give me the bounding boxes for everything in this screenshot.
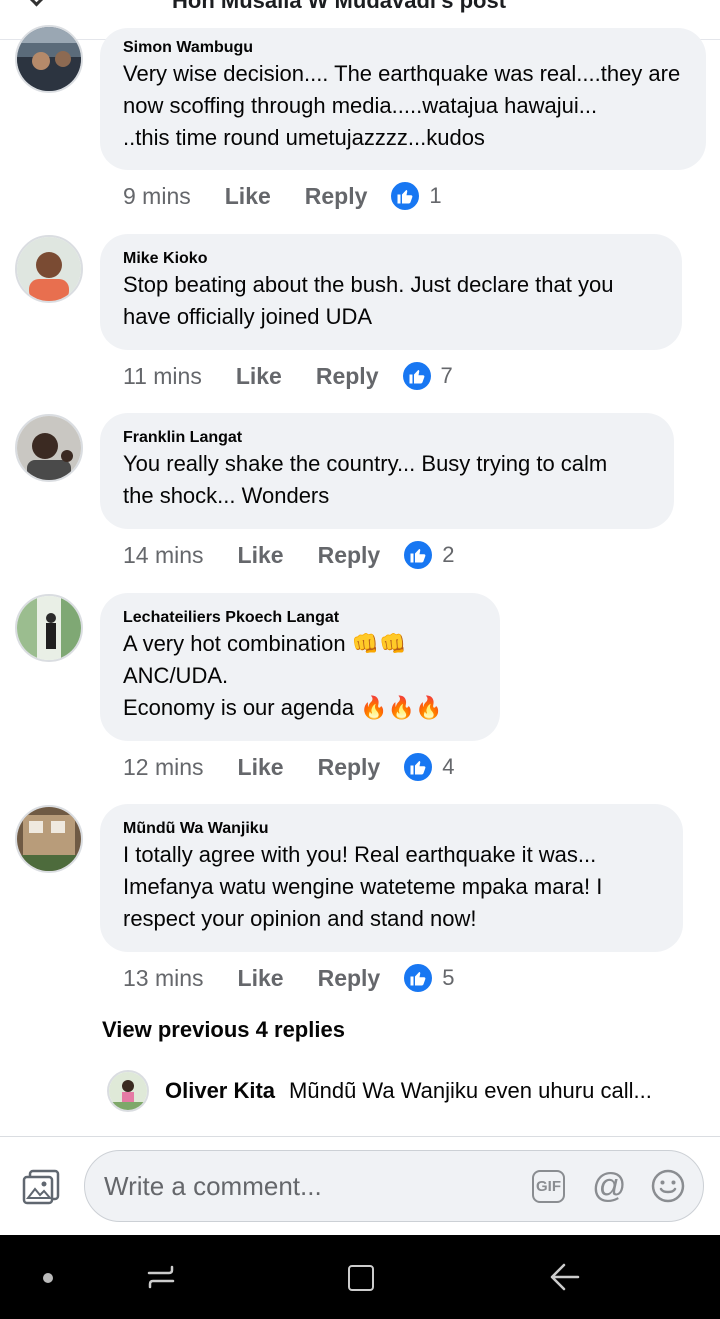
reaction-count: 4 [442,754,455,779]
reply-button[interactable]: Reply [318,965,381,992]
back-icon[interactable] [548,1261,580,1298]
comment-bubble[interactable]: Mũndũ Wa Wanjiku I totally agree with yo… [100,804,683,952]
avatar[interactable] [15,805,83,873]
avatar[interactable] [107,1070,149,1112]
thumbs-up-icon [400,360,433,392]
comment-actions: 11 mins Like Reply 7 [123,356,453,396]
recent-apps-icon[interactable] [145,1261,177,1298]
like-button[interactable]: Like [236,363,282,390]
comment-bubble[interactable]: Lechateiliers Pkoech Langat A very hot c… [100,593,500,741]
comment-actions: 13 mins Like Reply 5 [123,958,454,998]
comment-time[interactable]: 14 mins [123,542,204,569]
comment-composer: Write a comment... GIF @ [0,1136,720,1235]
system-nav-bar [0,1235,720,1319]
comment-text: I totally agree with you! Real earthquak… [123,842,603,931]
view-previous-replies-link[interactable]: View previous 4 replies [102,1017,345,1043]
reply-button[interactable]: Reply [318,754,381,781]
comment-bubble[interactable]: Simon Wambugu Very wise decision.... The… [100,28,706,170]
comment-text: Stop beating about the bush. Just declar… [123,272,614,329]
comment-actions: 14 mins Like Reply 2 [123,535,454,575]
at-icon[interactable]: @ [592,1166,627,1206]
comment-actions: 12 mins Like Reply 4 [123,747,454,787]
comment-time[interactable]: 11 mins [123,363,202,390]
comment-author[interactable]: Mũndũ Wa Wanjiku [123,819,661,839]
comment-author[interactable]: Simon Wambugu [123,38,684,58]
gif-icon[interactable]: GIF [532,1170,565,1203]
photo-icon[interactable] [22,1169,60,1210]
comment-input-placeholder: Write a comment... [104,1171,322,1201]
comment-author[interactable]: Lechateiliers Pkoech Langat [123,608,478,628]
like-button[interactable]: Like [238,542,284,569]
comment-author[interactable]: Franklin Langat [123,428,652,448]
reply-snippet: Mũndũ Wa Wanjiku even uhuru call... [289,1078,652,1103]
comment-time[interactable]: 12 mins [123,754,204,781]
post-title: Hon Musalia W Mudavadi's post [172,0,507,13]
reaction-summary[interactable]: 7 [400,360,453,392]
back-arrow-icon[interactable] [24,0,49,7]
avatar[interactable] [15,594,83,662]
thumbs-up-icon [389,180,422,212]
reply-preview[interactable]: Oliver Kita Mũndũ Wa Wanjiku even uhuru … [107,1069,707,1113]
reaction-count: 5 [442,965,455,990]
comment-bubble[interactable]: Mike Kioko Stop beating about the bush. … [100,234,682,350]
reaction-summary[interactable]: 4 [402,751,454,783]
reaction-summary[interactable]: 1 [389,180,442,212]
thumbs-up-icon [402,962,435,994]
thumbs-up-icon [402,751,435,783]
comment-author[interactable]: Mike Kioko [123,249,660,269]
avatar[interactable] [15,414,83,482]
reply-button[interactable]: Reply [305,183,368,210]
like-button[interactable]: Like [238,965,284,992]
reaction-summary[interactable]: 2 [402,539,454,571]
comment-bubble[interactable]: Franklin Langat You really shake the cou… [100,413,674,529]
comment-time[interactable]: 13 mins [123,965,204,992]
reply-button[interactable]: Reply [316,363,379,390]
reaction-count: 1 [429,183,442,208]
thumbs-up-icon [402,539,435,571]
nav-dot-icon[interactable] [43,1273,53,1283]
home-icon[interactable] [348,1265,374,1291]
comment-input[interactable]: Write a comment... GIF @ [84,1150,704,1222]
avatar[interactable] [15,235,83,303]
comment-text: A very hot combination 👊👊 ANC/UDA. Econo… [123,631,443,720]
comment-time[interactable]: 9 mins [123,183,191,210]
like-button[interactable]: Like [225,183,271,210]
comment-actions: 9 mins Like Reply 1 [123,176,442,216]
emoji-icon[interactable] [650,1168,686,1209]
avatar[interactable] [15,25,83,93]
comment-text: Very wise decision.... The earthquake wa… [123,61,681,150]
like-button[interactable]: Like [238,754,284,781]
reply-button[interactable]: Reply [318,542,381,569]
comment-text: You really shake the country... Busy try… [123,451,608,508]
reply-author[interactable]: Oliver Kita [165,1078,275,1104]
reaction-count: 7 [440,363,453,388]
reaction-summary[interactable]: 5 [402,962,454,994]
reaction-count: 2 [442,542,455,567]
